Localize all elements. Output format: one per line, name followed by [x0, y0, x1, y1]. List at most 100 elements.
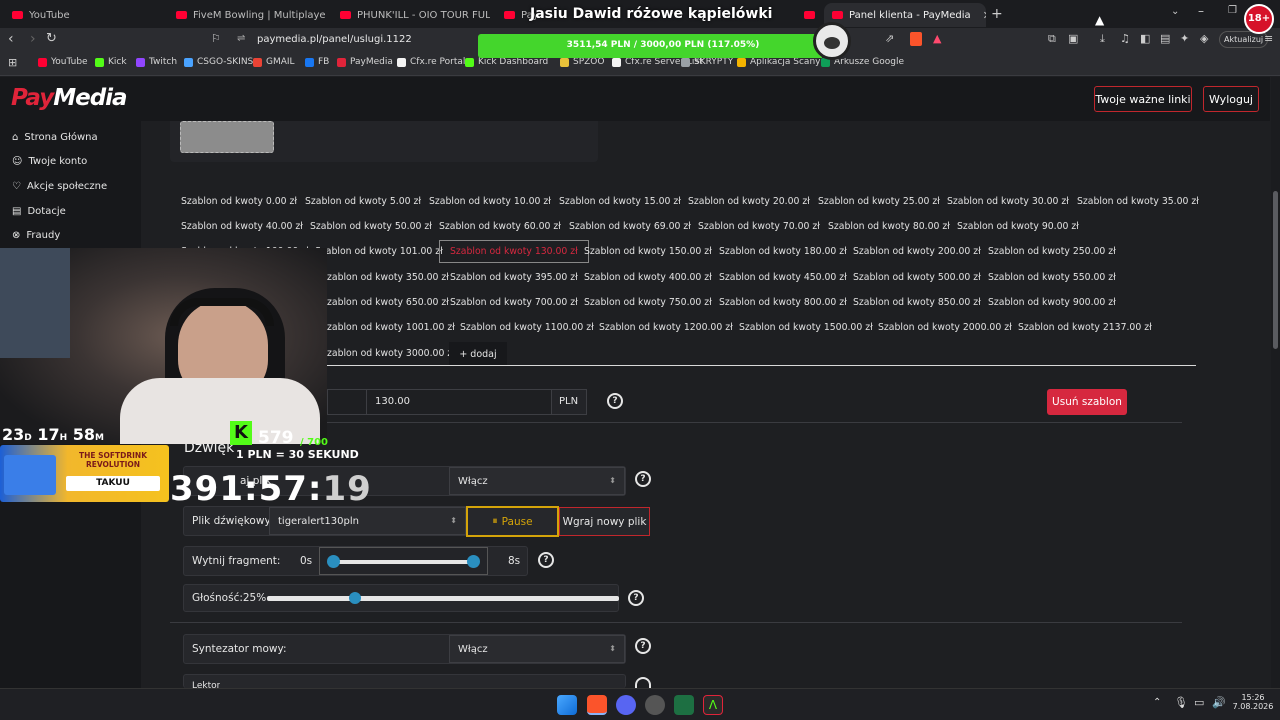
add-template-button[interactable]: + dodaj: [449, 342, 507, 366]
sidebar-item-frauds[interactable]: ⊗ Fraudy: [12, 230, 60, 241]
template-item[interactable]: Szablon od kwoty 150.00 zł: [584, 246, 712, 257]
sidebar-item-donations[interactable]: ▤ Dotacje: [12, 206, 66, 217]
template-item[interactable]: Szablon od kwoty 750.00 zł: [584, 297, 712, 308]
delete-template-button[interactable]: Usuń szablon: [1047, 389, 1127, 415]
template-item[interactable]: zablon od kwoty 1001.00 zł: [327, 322, 455, 333]
play-file-select[interactable]: Włącz ⬍: [449, 467, 625, 495]
bookmark-cfx-re-portal[interactable]: Cfx.re Portal: [397, 57, 465, 67]
forward-icon[interactable]: ›: [30, 31, 36, 47]
template-item[interactable]: Szablon od kwoty 200.00 zł: [853, 246, 981, 257]
wallet-icon[interactable]: ▤: [1160, 32, 1170, 45]
template-item[interactable]: Szablon od kwoty 1500.00 zł: [739, 322, 873, 333]
bookmark-skrypty[interactable]: SKRYPTY: [681, 57, 733, 67]
tab-phunkill[interactable]: PHUNK'ILL - OIO TOUR FULL DJ SET: [332, 3, 490, 27]
new-tab-icon[interactable]: +: [991, 6, 1003, 22]
template-item[interactable]: Szablon od kwoty 550.00 zł: [988, 272, 1116, 283]
amount-input[interactable]: 130.00: [366, 389, 552, 415]
apps-grid-icon[interactable]: ⊞: [8, 56, 17, 69]
template-item[interactable]: Szablon od kwoty 2137.00 zł: [1018, 322, 1152, 333]
cut-range-slider[interactable]: [319, 547, 488, 575]
template-item[interactable]: Szablon od kwoty 69.00 zł: [569, 221, 691, 232]
system-clock[interactable]: 15:26 7.08.2026: [1230, 693, 1276, 711]
sidebar-item-home[interactable]: ⌂ Strona Główna: [12, 132, 98, 143]
template-item[interactable]: zablon od kwoty 3000.00 zł: [327, 348, 455, 359]
template-item[interactable]: Szablon od kwoty 70.00 zł: [698, 221, 820, 232]
template-item[interactable]: Szablon od kwoty 400.00 zł: [584, 272, 712, 283]
template-item[interactable]: Szablon od kwoty 90.00 zł: [957, 221, 1079, 232]
bookmark-icon[interactable]: ⚐: [211, 32, 221, 45]
extensions-icon[interactable]: ⧉: [1048, 32, 1056, 46]
template-item[interactable]: Szablon od kwoty 180.00 zł: [719, 246, 847, 257]
tray-chevron-icon[interactable]: ⌃: [1153, 697, 1161, 708]
template-item[interactable]: Szablon od kwoty 35.00 zł: [1077, 196, 1199, 207]
app-lambda-icon[interactable]: Λ: [703, 695, 723, 715]
download-icon[interactable]: ⤓: [1100, 32, 1105, 46]
share-icon[interactable]: ⇗: [885, 32, 894, 45]
close-tab-icon[interactable]: ✕: [983, 9, 986, 22]
slider-end-handle[interactable]: [467, 555, 480, 568]
tab-fivem-bowling[interactable]: FiveM Bowling | Multiplayer, Synced: [168, 3, 326, 27]
bookmark-aplikacja-scanye[interactable]: Aplikacja Scanye: [737, 57, 826, 67]
excel-icon[interactable]: [674, 695, 694, 715]
reload-icon[interactable]: ↻: [46, 31, 57, 46]
help-icon[interactable]: ?: [607, 393, 623, 409]
template-item[interactable]: Szablon od kwoty 20.00 zł: [688, 196, 810, 207]
address-bar[interactable]: paymedia.pl/panel/uslugi.1122: [257, 34, 412, 45]
help-icon[interactable]: ?: [628, 590, 644, 606]
sidebar-item-social[interactable]: ♡ Akcje społeczne: [12, 181, 107, 192]
help-icon[interactable]: ?: [538, 552, 554, 568]
template-item[interactable]: Szablon od kwoty 80.00 zł: [828, 221, 950, 232]
template-item[interactable]: Szablon od kwoty 2000.00 zł: [878, 322, 1012, 333]
microphone-icon[interactable]: 🎙: [1174, 696, 1188, 709]
obs-icon[interactable]: [645, 695, 665, 715]
help-icon[interactable]: [635, 677, 651, 688]
bookmark-spzoo[interactable]: SPZOO: [560, 57, 604, 67]
upload-file-button[interactable]: Wgraj nowy plik: [559, 507, 650, 536]
bookmark-gmail[interactable]: GMAIL: [253, 57, 295, 67]
site-settings-icon[interactable]: ⇌: [237, 33, 245, 44]
template-item[interactable]: Szablon od kwoty 10.00 zł: [429, 196, 551, 207]
bookmark-csgo-skins[interactable]: CSGO-SKINS: [184, 57, 253, 67]
template-item[interactable]: Szablon od kwoty 5.00 zł: [305, 196, 421, 207]
template-item[interactable]: zablon od kwoty 650.00 zł: [327, 297, 449, 308]
brave-rewards-icon[interactable]: ▲: [933, 32, 941, 45]
leo-ai-icon[interactable]: ✦: [1180, 32, 1189, 45]
template-item[interactable]: Szablon od kwoty 15.00 zł: [559, 196, 681, 207]
important-links-button[interactable]: Twoje ważne linki: [1094, 86, 1192, 112]
template-item[interactable]: Szablon od kwoty 450.00 zł: [719, 272, 847, 283]
bookmark-kick-dashboard[interactable]: Kick Dashboard: [465, 57, 548, 67]
template-item[interactable]: Szablon od kwoty 500.00 zł: [853, 272, 981, 283]
volume-icon[interactable]: 🔊: [1212, 696, 1226, 709]
maximize-icon[interactable]: ❐: [1228, 5, 1237, 16]
template-item[interactable]: Szablon od kwoty 130.00 zł: [439, 240, 589, 263]
sidebar-icon[interactable]: ◧: [1140, 32, 1150, 45]
template-item[interactable]: zablon od kwoty 350.00 zł: [327, 272, 449, 283]
template-item[interactable]: Szablon od kwoty 1200.00 zł: [599, 322, 733, 333]
page-scrollbar[interactable]: [1271, 77, 1280, 688]
template-item[interactable]: Szablon od kwoty 1100.00 zł: [460, 322, 594, 333]
discord-icon[interactable]: [616, 695, 636, 715]
template-item[interactable]: Szablon od kwoty 0.00 zł: [181, 196, 297, 207]
tab-youtube[interactable]: YouTube: [4, 3, 164, 27]
windows-start-icon[interactable]: [557, 695, 577, 715]
minimize-icon[interactable]: –: [1198, 4, 1204, 18]
bookmark-fb[interactable]: FB: [305, 57, 329, 67]
help-icon[interactable]: ?: [635, 638, 651, 654]
brave-shields-icon[interactable]: [910, 32, 922, 46]
template-item[interactable]: Szablon od kwoty 250.00 zł: [988, 246, 1116, 257]
pause-button[interactable]: ⏸ Pause: [466, 506, 559, 537]
menu-icon[interactable]: ≡: [1264, 32, 1273, 45]
brave-browser-icon[interactable]: [587, 695, 607, 715]
template-item[interactable]: Szablon od kwoty 800.00 zł: [719, 297, 847, 308]
help-icon[interactable]: ?: [635, 471, 651, 487]
scrollbar-thumb[interactable]: [1273, 191, 1278, 349]
volume-handle[interactable]: [349, 592, 361, 604]
template-item[interactable]: Szablon od kwoty 40.00 zł: [181, 221, 303, 232]
tab-panel-klienta[interactable]: Panel klienta - PayMedia ✕: [824, 3, 986, 27]
tts-select[interactable]: Włącz ⬍: [449, 635, 625, 663]
logout-button[interactable]: Wyloguj: [1203, 86, 1259, 112]
music-icon[interactable]: ♫: [1120, 32, 1130, 45]
display-icon[interactable]: ▭: [1194, 696, 1204, 709]
template-item[interactable]: Szablon od kwoty 30.00 zł: [947, 196, 1069, 207]
tab-search-icon[interactable]: ⌄: [1171, 6, 1179, 17]
